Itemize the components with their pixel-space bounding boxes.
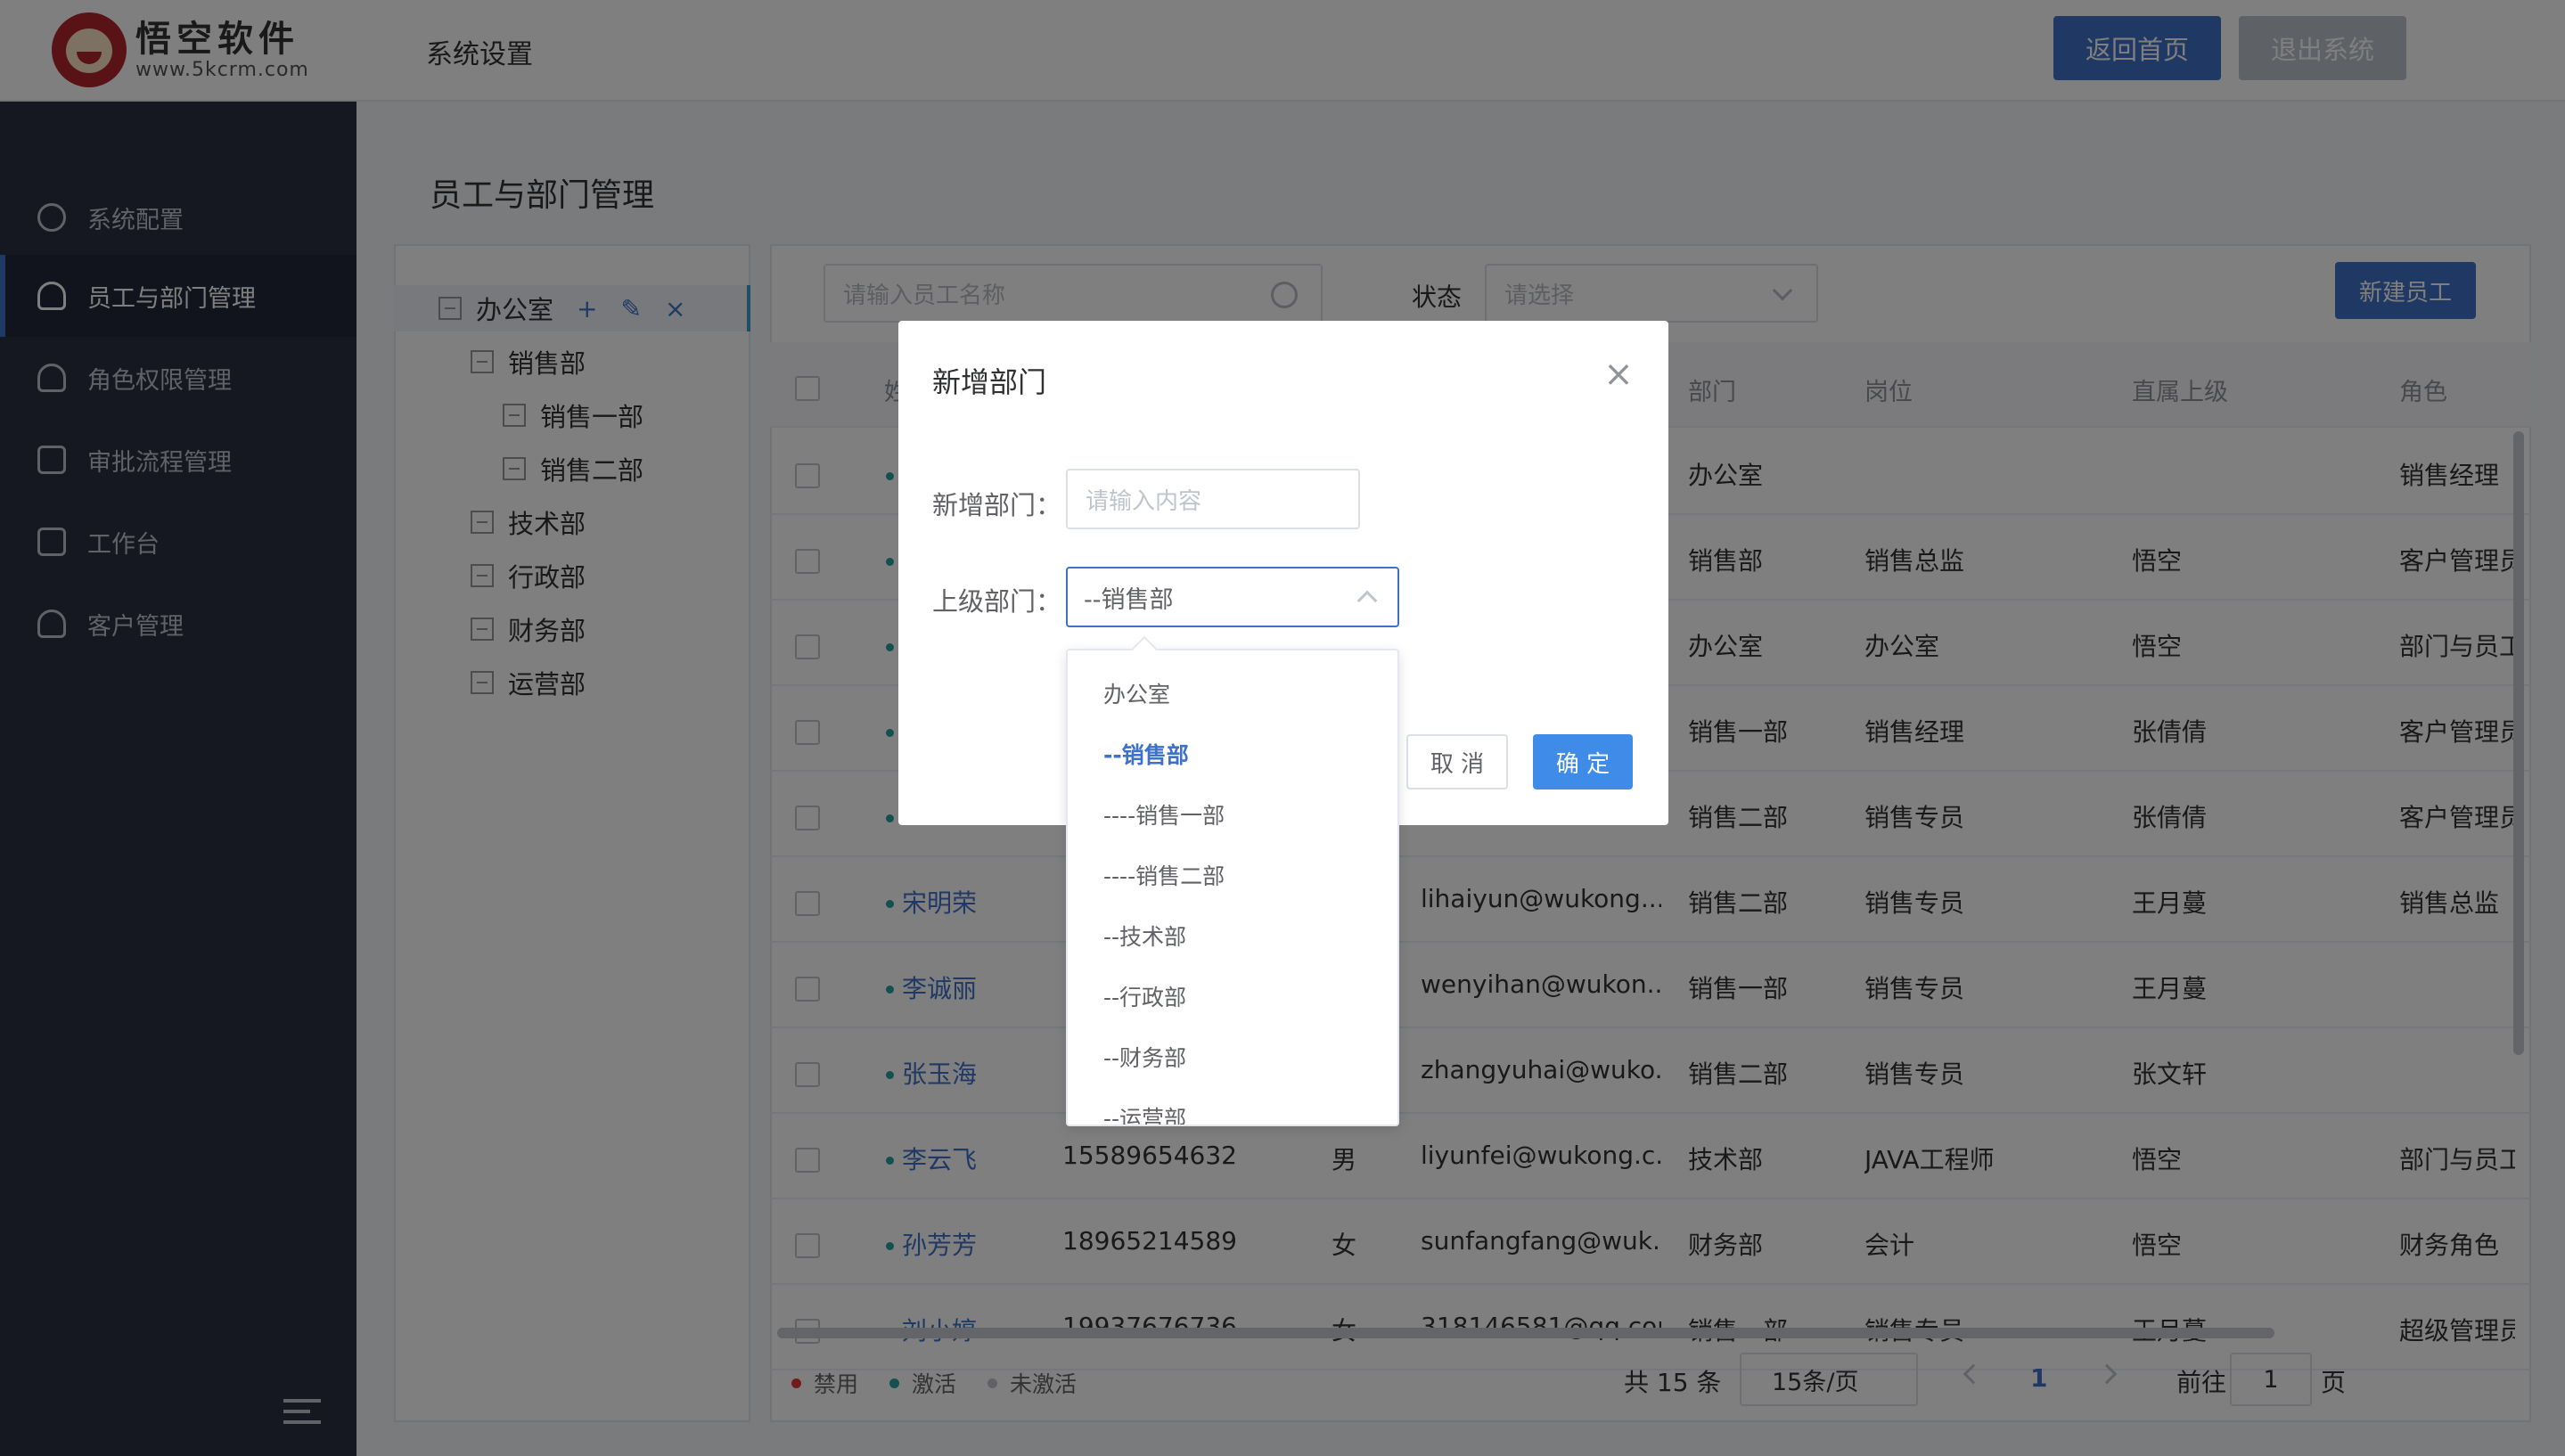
dropdown-option[interactable]: --技术部 bbox=[1103, 920, 1186, 952]
parent-dept-label: 上级部门： bbox=[932, 586, 1062, 617]
dropdown-option[interactable]: ----销售二部 bbox=[1103, 859, 1225, 891]
dropdown-option[interactable]: --行政部 bbox=[1103, 980, 1186, 1012]
dialog-title: 新增部门 bbox=[932, 365, 1047, 399]
parent-dept-select[interactable]: --销售部 bbox=[1066, 567, 1399, 627]
confirm-button[interactable]: 确 定 bbox=[1533, 734, 1633, 789]
dept-name-input[interactable]: 请输入内容 bbox=[1066, 469, 1360, 529]
dropdown-option[interactable]: 办公室 bbox=[1103, 677, 1170, 709]
parent-dept-dropdown: 办公室 --销售部 ----销售一部 ----销售二部 --技术部 --行政部 --财务部 -… bbox=[1066, 649, 1399, 1126]
dept-name-label: 新增部门： bbox=[932, 490, 1062, 520]
dropdown-option[interactable]: --销售部 bbox=[1103, 738, 1189, 770]
dropdown-option[interactable]: --运营部 bbox=[1103, 1101, 1186, 1125]
cancel-button[interactable]: 取 消 bbox=[1406, 734, 1508, 789]
close-icon[interactable]: × bbox=[1601, 356, 1636, 392]
dropdown-option[interactable]: ----销售一部 bbox=[1103, 798, 1225, 830]
dropdown-option[interactable]: --财务部 bbox=[1103, 1041, 1186, 1073]
